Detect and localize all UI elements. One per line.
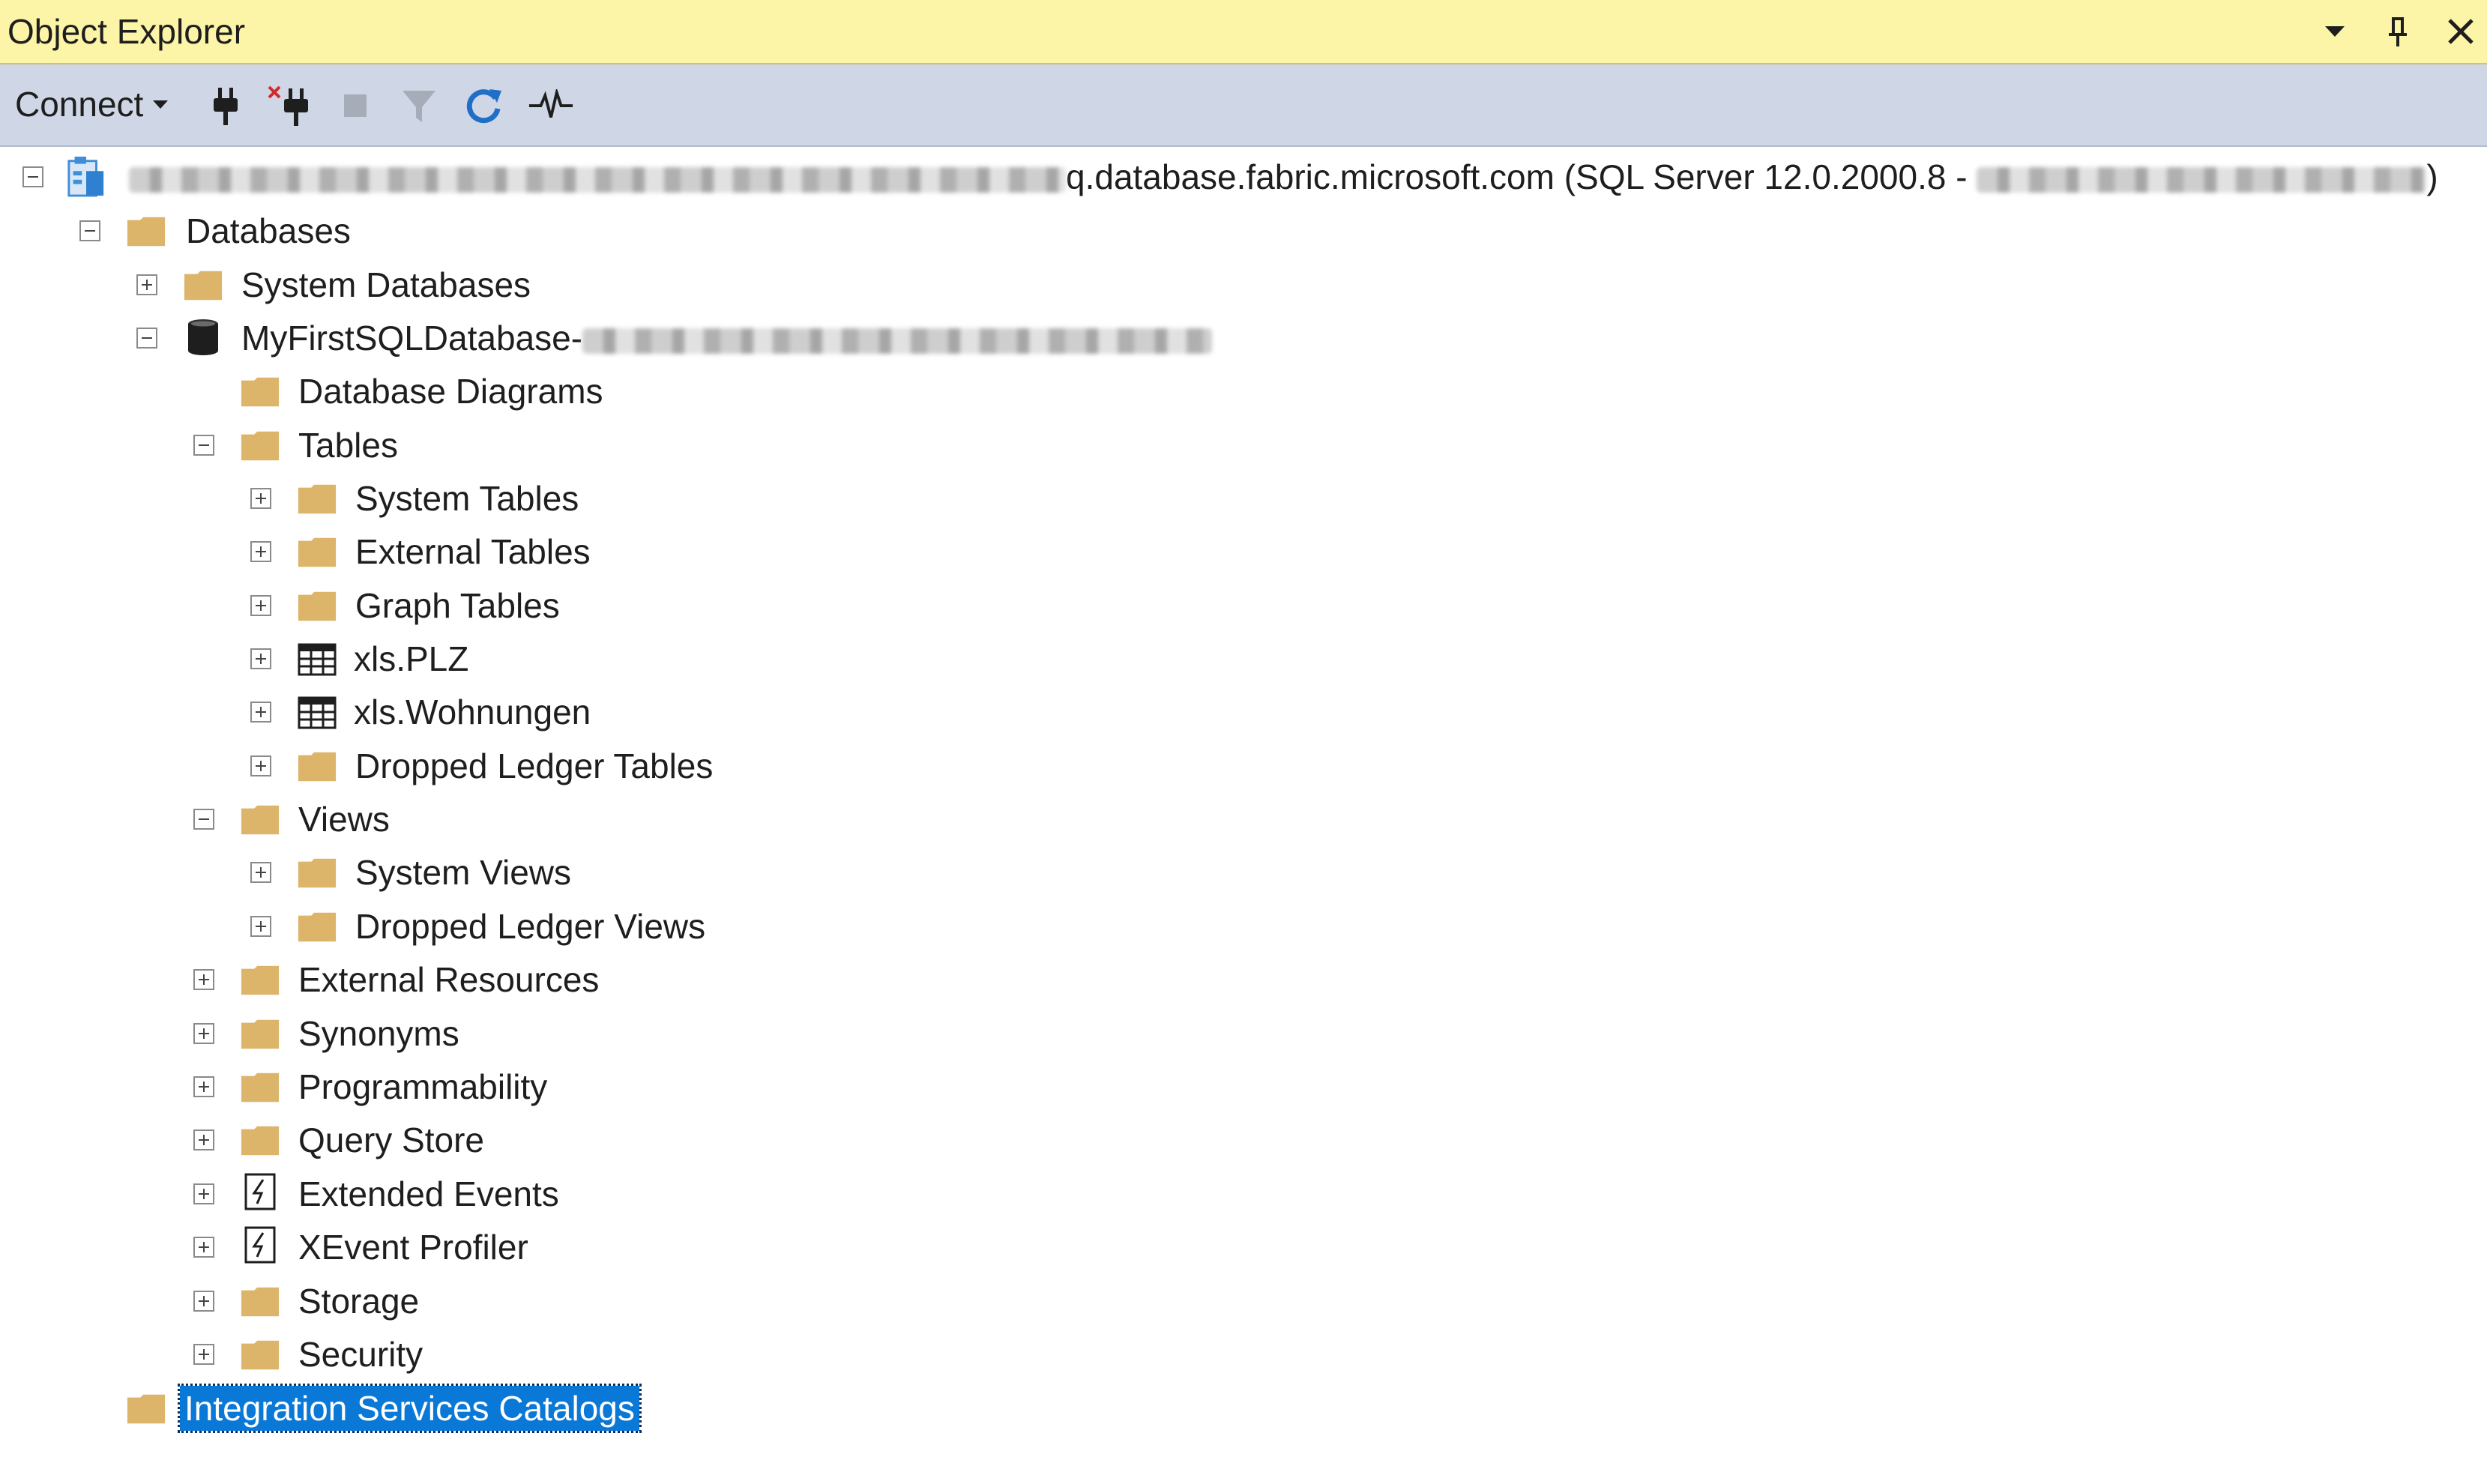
folder-icon [240,803,280,837]
folder-icon [297,589,337,624]
expand-toggle[interactable] [250,488,271,509]
tree-label[interactable]: External Tables [355,529,591,574]
tree-label[interactable]: System Databases [241,262,531,307]
close-icon[interactable] [2442,13,2480,50]
folder-icon [240,1017,280,1052]
database-label[interactable]: MyFirstSQLDatabase- [241,316,1213,361]
disconnect-plug-icon[interactable] [266,82,313,129]
connect-plug-icon[interactable] [202,82,249,129]
table-icon [297,696,337,730]
collapse-toggle[interactable] [79,220,100,241]
tree-label[interactable]: Synonyms [298,1011,459,1056]
expand-toggle[interactable] [250,541,271,562]
server-label[interactable]: q.database.fabric.microsoft.com (SQL Ser… [129,154,2438,199]
tree-label[interactable]: xls.Wohnungen [354,690,591,735]
tree-label-selected[interactable]: Integration Services Catalogs [178,1384,642,1433]
server-label-end: ) [2426,157,2438,196]
expand-toggle[interactable] [250,702,271,723]
tree-label[interactable]: Extended Events [298,1171,559,1216]
expand-toggle[interactable] [193,1076,214,1097]
collapse-toggle[interactable] [193,809,214,830]
tree-label[interactable]: Database Diagrams [298,369,603,414]
redacted-database-suffix [582,328,1213,354]
dropdown-arrow-icon[interactable] [2316,13,2354,50]
tree-label[interactable]: Storage [298,1279,419,1324]
tree-label[interactable]: External Resources [298,957,599,1002]
folder-icon [240,963,280,998]
folder-icon [240,1338,280,1372]
tree-label[interactable]: System Views [355,850,571,895]
tree-label[interactable]: Graph Tables [355,583,560,628]
server-host-text: q.database.fabric.microsoft.com (SQL Ser… [1066,157,1977,196]
xevent-profiler-icon [240,1226,280,1264]
folder-icon [297,749,337,784]
pin-icon[interactable] [2379,13,2417,50]
object-explorer-titlebar: Object Explorer [0,0,2487,64]
folder-icon [240,1123,280,1158]
folder-icon [240,1285,280,1319]
extended-events-icon [240,1173,280,1210]
object-explorer-toolbar: Connect [0,64,2487,147]
tree-label[interactable]: Programmability [298,1064,547,1109]
refresh-icon[interactable] [460,82,507,129]
expand-toggle[interactable] [193,1291,214,1312]
folder-icon [297,482,337,516]
tree-node-server[interactable]: q.database.fabric.microsoft.com (SQL Ser… [0,154,2487,199]
folder-icon [240,375,280,409]
folder-icon [297,856,337,890]
connect-button[interactable]: Connect [15,81,169,127]
tree-label[interactable]: Dropped Ledger Tables [355,743,713,788]
expand-toggle[interactable] [250,595,271,616]
collapse-toggle[interactable] [22,166,43,187]
filter-icon[interactable] [396,82,442,129]
table-icon [297,642,337,677]
object-explorer-tree[interactable]: q.database.fabric.microsoft.com (SQL Ser… [0,147,2487,1484]
expand-toggle[interactable] [250,862,271,883]
tree-label[interactable]: Query Store [298,1117,484,1162]
folder-icon [297,535,337,570]
expand-toggle[interactable] [250,648,271,669]
panel-title: Object Explorer [7,12,246,51]
chevron-down-icon [153,100,169,109]
expand-toggle[interactable] [193,1023,214,1044]
tree-label[interactable]: XEvent Profiler [298,1225,528,1270]
expand-toggle[interactable] [250,916,271,937]
tree-label[interactable]: Tables [298,423,398,468]
folder-icon [126,214,166,249]
expand-toggle[interactable] [136,274,157,295]
folder-icon [183,268,223,303]
folder-icon [126,1392,166,1426]
expand-toggle[interactable] [193,1237,214,1258]
expand-toggle[interactable] [193,1129,214,1150]
redacted-user [1977,166,2427,193]
expand-toggle[interactable] [193,1183,214,1204]
database-name-text: MyFirstSQLDatabase- [241,319,583,358]
tree-label[interactable]: xls.PLZ [354,636,468,681]
titlebar-controls [2316,7,2480,55]
collapse-toggle[interactable] [193,435,214,456]
tree-label[interactable]: Views [298,797,390,842]
folder-icon [240,429,280,463]
folder-icon [240,1070,280,1105]
tree-label[interactable]: Dropped Ledger Views [355,904,705,949]
tree-label[interactable]: Databases [186,208,351,253]
expand-toggle[interactable] [193,1344,214,1365]
server-icon [66,156,106,197]
connect-label: Connect [15,85,144,124]
expand-toggle[interactable] [193,969,214,990]
collapse-toggle[interactable] [136,328,157,349]
redacted-server-name [129,166,1066,193]
tree-label[interactable]: Security [298,1332,423,1377]
database-icon [183,319,223,355]
folder-icon [297,910,337,944]
expand-toggle[interactable] [250,755,271,776]
activity-monitor-icon[interactable] [528,82,574,129]
tree-label[interactable]: System Tables [355,476,579,521]
stop-icon[interactable] [332,82,379,129]
